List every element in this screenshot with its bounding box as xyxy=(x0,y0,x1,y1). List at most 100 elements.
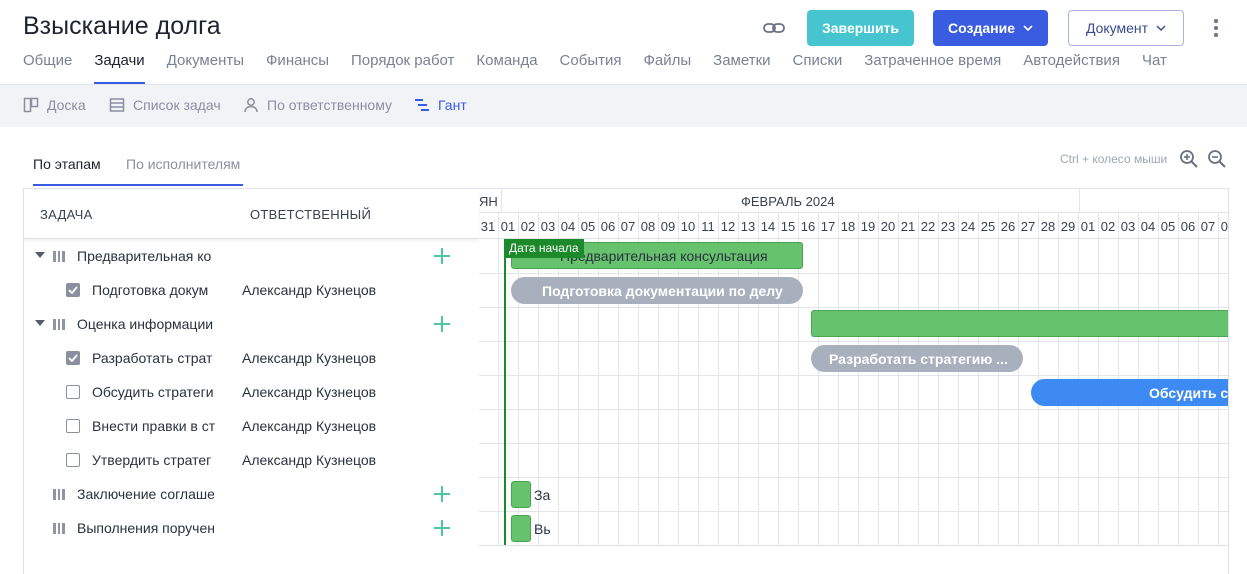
document-button-label: Документ xyxy=(1085,20,1149,36)
day-label: 27 xyxy=(1020,219,1036,234)
grid-column-line xyxy=(958,213,959,545)
tab-workflow[interactable]: Порядок работ xyxy=(351,52,454,84)
tab-time-spent[interactable]: Затраченное время xyxy=(864,52,1001,84)
gantt-bar[interactable]: За xyxy=(511,481,550,508)
stage-name[interactable]: Выполнения поручен xyxy=(77,520,214,536)
table-row[interactable]: Разработать страт Александр Кузнецов xyxy=(24,341,479,375)
tab-by-stages[interactable]: По этапам xyxy=(33,156,101,172)
task-checkbox[interactable] xyxy=(66,385,80,399)
view-board[interactable]: Доска xyxy=(23,97,86,113)
tab-chat[interactable]: Чат xyxy=(1142,52,1167,84)
gantt-bar[interactable]: Подготовка документации по делу xyxy=(511,277,803,304)
caret-down-icon[interactable] xyxy=(35,320,45,326)
add-task-icon[interactable] xyxy=(433,247,451,265)
view-gantt[interactable]: Гант xyxy=(414,97,467,113)
day-label: 10 xyxy=(680,219,696,234)
zoom-out-icon[interactable] xyxy=(1207,149,1227,169)
table-row[interactable]: Обсудить стратеги Александр Кузнецов xyxy=(24,375,479,409)
task-name[interactable]: Утвердить стратег xyxy=(92,452,216,468)
tab-team[interactable]: Команда xyxy=(476,52,537,84)
task-checkbox[interactable] xyxy=(66,453,80,467)
main-tabs: Общие Задачи Документы Финансы Порядок р… xyxy=(23,52,1189,84)
month-divider xyxy=(1079,189,1080,213)
check-icon xyxy=(68,354,78,362)
grid-column-line xyxy=(838,213,839,545)
document-button[interactable]: Документ xyxy=(1068,10,1184,46)
add-task-icon[interactable] xyxy=(433,485,451,503)
day-label: 18 xyxy=(840,219,856,234)
task-responsible: Александр Кузнецов xyxy=(242,282,377,298)
stage-name[interactable]: Предварительная ко xyxy=(77,248,214,264)
gantt-chart: ЗАДАЧА ОТВЕТСТВЕННЫЙ Предварительная ко … xyxy=(23,188,1229,574)
more-menu-icon[interactable] xyxy=(1206,16,1226,40)
table-row[interactable]: Подготовка докум Александр Кузнецов xyxy=(24,273,479,307)
link-icon[interactable] xyxy=(762,17,786,39)
create-button[interactable]: Создание xyxy=(933,10,1048,46)
tab-lists[interactable]: Списки xyxy=(793,52,843,84)
table-row[interactable]: Утвердить стратег Александр Кузнецов xyxy=(24,443,479,477)
task-name[interactable]: Внести правки в ст xyxy=(92,418,216,434)
table-row[interactable]: Предварительная ко xyxy=(24,239,479,273)
day-label: 05 xyxy=(1160,219,1176,234)
day-label: 15 xyxy=(780,219,796,234)
tab-automations[interactable]: Автодействия xyxy=(1023,52,1120,84)
table-row[interactable]: Внести правки в ст Александр Кузнецов xyxy=(24,409,479,443)
caret-down-icon[interactable] xyxy=(35,252,45,258)
grid-column-line xyxy=(858,213,859,545)
task-name[interactable]: Разработать страт xyxy=(92,350,216,366)
task-name[interactable]: Подготовка докум xyxy=(92,282,216,298)
day-label: 17 xyxy=(820,219,836,234)
day-label: 22 xyxy=(920,219,936,234)
day-label: 07 xyxy=(1200,219,1216,234)
table-row[interactable]: Заключение соглаше xyxy=(24,477,479,511)
tab-general[interactable]: Общие xyxy=(23,52,72,84)
day-label: 31 xyxy=(480,219,496,234)
chevron-down-icon xyxy=(1023,25,1033,31)
stage-icon xyxy=(53,489,66,500)
view-task-list[interactable]: Список задач xyxy=(109,97,221,113)
month-header: ЯН ФЕВРАЛЬ 2024 xyxy=(479,189,1228,213)
day-label: 02 xyxy=(520,219,536,234)
add-task-icon[interactable] xyxy=(433,519,451,537)
day-label: 05 xyxy=(580,219,596,234)
finish-button[interactable]: Завершить xyxy=(807,10,914,46)
table-row[interactable]: Выполнения поручен xyxy=(24,511,479,545)
gantt-bar[interactable] xyxy=(811,310,1228,337)
tab-by-performers[interactable]: По исполнителям xyxy=(126,156,240,172)
task-checkbox[interactable] xyxy=(66,419,80,433)
day-label: 09 xyxy=(660,219,676,234)
check-icon xyxy=(68,286,78,294)
gantt-bar[interactable]: Разработать стратегию ... xyxy=(811,345,1023,372)
task-checkbox[interactable] xyxy=(66,283,80,297)
gantt-bar-label: Предварительная консультация xyxy=(560,247,768,264)
tab-tasks[interactable]: Задачи xyxy=(94,52,146,84)
tab-notes[interactable]: Заметки xyxy=(713,52,770,84)
tab-files[interactable]: Файлы xyxy=(643,52,691,84)
day-label: 21 xyxy=(900,219,916,234)
zoom-in-icon[interactable] xyxy=(1179,149,1199,169)
stage-name[interactable]: Оценка информации xyxy=(77,316,214,332)
task-responsible: Александр Кузнецов xyxy=(242,350,377,366)
gantt-bar[interactable]: Обсудить ст xyxy=(1031,379,1228,406)
task-name[interactable]: Обсудить стратеги xyxy=(92,384,216,400)
day-label: 13 xyxy=(740,219,756,234)
task-checkbox[interactable] xyxy=(66,351,80,365)
day-label: 26 xyxy=(1000,219,1016,234)
tab-events[interactable]: События xyxy=(560,52,622,84)
page-title: Взыскание долга xyxy=(23,12,221,40)
gantt-bar[interactable]: Вь xyxy=(511,515,551,542)
view-by-assignee[interactable]: По ответственному xyxy=(243,97,392,113)
tab-documents[interactable]: Документы xyxy=(167,52,244,84)
day-label: 04 xyxy=(1140,219,1156,234)
table-row[interactable]: Оценка информации xyxy=(24,307,479,341)
grid-row-line xyxy=(479,443,1228,444)
grid-row-line xyxy=(479,511,1228,512)
tab-finance[interactable]: Финансы xyxy=(266,52,329,84)
zoom-hint: Ctrl + колесо мыши xyxy=(1060,152,1168,166)
add-task-icon[interactable] xyxy=(433,315,451,333)
view-task-list-label: Список задач xyxy=(133,97,221,113)
board-icon xyxy=(23,97,39,113)
day-label: 06 xyxy=(1180,219,1196,234)
stage-name[interactable]: Заключение соглаше xyxy=(77,486,214,502)
gantt-bar-label: Подготовка документации по делу xyxy=(542,282,783,299)
